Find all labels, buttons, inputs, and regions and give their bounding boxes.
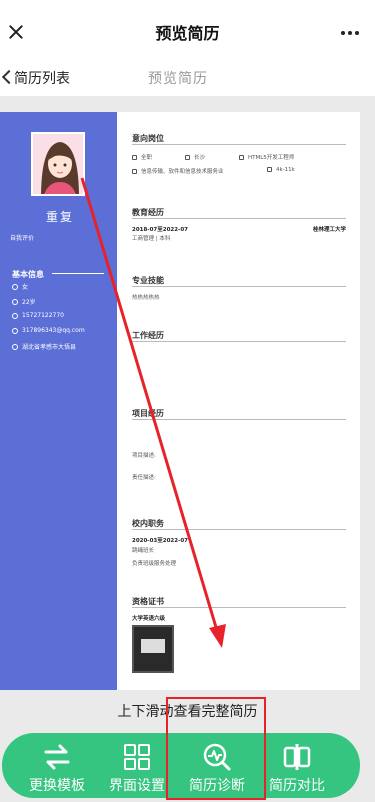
mail-icon (12, 327, 18, 334)
education-period: 2018-07至2022-07 (132, 227, 188, 233)
sub-header: 简历列表 预览简历 (0, 62, 375, 96)
job-salary: 4k-11k (267, 167, 295, 173)
campus-role: 跳绳班长 (132, 548, 155, 554)
resume-compare-button[interactable]: 简历对比 (257, 733, 337, 798)
email-item: 317896343@qq.com (12, 327, 85, 334)
hometown-item: 湖北省孝感市大悟县 (12, 342, 76, 351)
grid-icon (124, 744, 150, 770)
skills-content: 热热热热热 (132, 295, 160, 301)
skills-title: 专业技能 (132, 276, 164, 285)
page-title: 预览简历 (155, 24, 220, 43)
person-icon (12, 298, 18, 305)
divider (132, 341, 346, 342)
divider (132, 218, 346, 219)
location-icon (12, 343, 18, 350)
phone-icon (12, 312, 18, 319)
building-icon (132, 169, 137, 174)
gender-value: 女 (22, 284, 29, 291)
cert-name: 大学英语六级 (132, 616, 166, 622)
gender-item: 女 (12, 282, 28, 291)
resume-name: 重复 (46, 210, 75, 224)
divider (132, 144, 346, 145)
certificate-image (132, 625, 174, 673)
age-item: 22岁 (12, 297, 36, 306)
basic-info-title: 基本信息 (12, 270, 44, 279)
job-city: 长沙 (185, 153, 205, 161)
divider (132, 529, 346, 530)
avatar (31, 132, 85, 196)
campus-title: 校内职务 (132, 519, 164, 528)
age-value: 22岁 (22, 299, 36, 306)
interface-settings-label: 界面设置 (109, 778, 165, 794)
resume-preview[interactable]: 重复 自我评价 基本信息 女 22岁 15727122770 317896343… (0, 112, 360, 690)
hometown-value: 湖北省孝感市大悟县 (22, 344, 77, 351)
work-title: 工作经历 (132, 331, 164, 340)
project-title: 项目经历 (132, 409, 164, 418)
resume-sidebar: 重复 自我评价 基本信息 女 22岁 15727122770 317896343… (0, 112, 117, 690)
location-icon (185, 155, 190, 160)
education-school: 桂林理工大学 (312, 227, 346, 233)
project-role-label: 责任描述: (132, 475, 156, 481)
campus-desc: 负责班级服务处理 (132, 561, 177, 567)
email-value: 317896343@qq.com (22, 327, 85, 334)
campus-period: 2020-03至2022-07 (132, 538, 188, 544)
person-icon (239, 155, 244, 160)
divider (132, 419, 346, 420)
annotation-highlight-box (166, 697, 266, 800)
top-navbar: 预览简历 (0, 0, 375, 62)
self-evaluation-label: 自我评价 (10, 235, 35, 242)
sub-title: 预览简历 (148, 71, 208, 87)
more-icon[interactable] (341, 31, 359, 35)
phone-item: 15727122770 (12, 312, 64, 319)
change-template-button[interactable]: 更换模板 (17, 733, 97, 798)
certs-title: 资格证书 (132, 597, 164, 606)
resume-compare-label: 简历对比 (269, 778, 325, 794)
project-desc-label: 项目描述: (132, 453, 156, 459)
education-title: 教育经历 (132, 208, 164, 217)
phone-value: 15727122770 (22, 312, 64, 319)
resume-content: 意向岗位 全职 长沙 HTML5开发工程师 信息传输、软件和信息技术服务业 4k… (117, 112, 360, 690)
job-type: 全职 (132, 153, 152, 161)
intention-title: 意向岗位 (132, 134, 164, 143)
job-position: HTML5开发工程师 (239, 153, 294, 161)
back-to-resume-list[interactable]: 简历列表 (14, 68, 70, 88)
gender-icon (12, 283, 18, 290)
divider (52, 273, 104, 274)
swap-icon (44, 744, 70, 770)
money-icon (267, 167, 272, 172)
interface-settings-button[interactable]: 界面设置 (97, 733, 177, 798)
divider (132, 607, 346, 608)
job-industry: 信息传输、软件和信息技术服务业 (132, 167, 224, 175)
briefcase-icon (132, 155, 137, 160)
education-major: 工商管理 | 本科 (132, 236, 171, 242)
divider (132, 286, 346, 287)
compare-icon (283, 744, 311, 770)
change-template-label: 更换模板 (29, 778, 85, 794)
